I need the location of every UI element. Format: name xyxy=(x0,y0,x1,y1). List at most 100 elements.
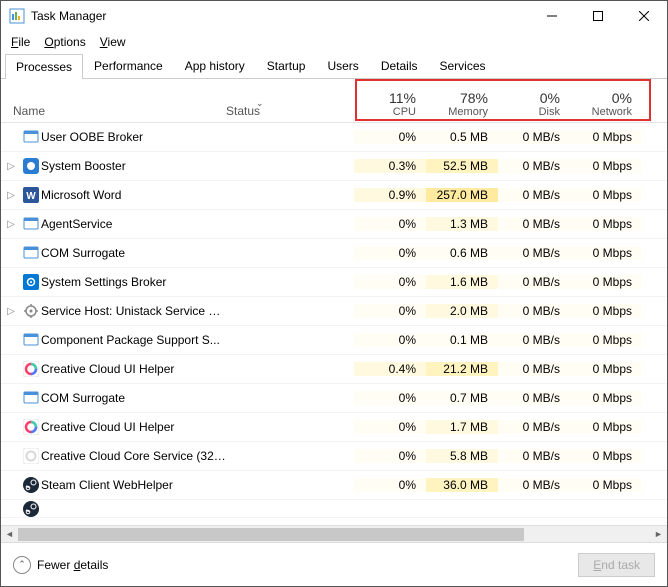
disk-label: Disk xyxy=(539,106,560,118)
process-name: Creative Cloud UI Helper xyxy=(41,420,226,434)
process-cpu: 0% xyxy=(354,449,426,463)
process-name: System Booster xyxy=(41,159,226,173)
menu-file[interactable]: File xyxy=(11,35,30,49)
process-network: 0 Mbps xyxy=(570,275,642,289)
process-disk: 0 MB/s xyxy=(498,246,570,260)
process-name: Creative Cloud Core Service (32 ... xyxy=(41,449,226,463)
process-name: AgentService xyxy=(41,217,226,231)
col-memory[interactable]: 78% Memory xyxy=(426,90,498,118)
tab-startup[interactable]: Startup xyxy=(256,53,317,78)
process-memory: 0.5 MB xyxy=(426,130,498,144)
process-network: 0 Mbps xyxy=(570,449,642,463)
maximize-button[interactable] xyxy=(575,1,621,31)
process-network: 0 Mbps xyxy=(570,159,642,173)
col-network[interactable]: 0% Network xyxy=(570,90,642,118)
process-icon xyxy=(21,419,41,435)
process-disk: 0 MB/s xyxy=(498,304,570,318)
process-row[interactable]: ▷AgentService0%1.3 MB0 MB/s0 Mbps xyxy=(1,210,667,239)
process-memory: 52.5 MB xyxy=(426,159,498,173)
fewer-details-toggle[interactable]: ⌃ Fewer details xyxy=(13,556,578,574)
expand-toggle-icon[interactable]: ▷ xyxy=(1,161,21,172)
cpu-label: CPU xyxy=(393,106,416,118)
process-row[interactable]: COM Surrogate0%0.6 MB0 MB/s0 Mbps xyxy=(1,239,667,268)
memory-label: Memory xyxy=(448,106,488,118)
close-button[interactable] xyxy=(621,1,667,31)
scroll-left-icon[interactable]: ◄ xyxy=(1,526,18,543)
process-disk: 0 MB/s xyxy=(498,275,570,289)
process-row[interactable]: User OOBE Broker0%0.5 MB0 MB/s0 Mbps xyxy=(1,123,667,152)
process-name: User OOBE Broker xyxy=(41,130,226,144)
process-icon xyxy=(21,332,41,348)
process-icon: W xyxy=(21,187,41,203)
process-row[interactable]: ▷ System Booster 0.3%52.5 MB0 MB/s0 Mbps xyxy=(1,152,667,181)
end-task-button[interactable]: End task xyxy=(578,553,655,577)
scroll-thumb[interactable] xyxy=(18,528,524,541)
process-network: 0 Mbps xyxy=(570,304,642,318)
network-label: Network xyxy=(592,106,632,118)
process-row[interactable]: ▷Service Host: Unistack Service G...0%2.… xyxy=(1,297,667,326)
process-row[interactable]: Creative Cloud UI Helper0%1.7 MB0 MB/s0 … xyxy=(1,413,667,442)
process-row[interactable]: Component Package Support S...0%0.1 MB0 … xyxy=(1,326,667,355)
process-network: 0 Mbps xyxy=(570,420,642,434)
process-cpu: 0.3% xyxy=(354,159,426,173)
col-status-label: Status xyxy=(226,104,260,118)
process-name: System Settings Broker xyxy=(41,275,226,289)
scroll-track[interactable] xyxy=(18,526,650,543)
process-disk: 0 MB/s xyxy=(498,362,570,376)
tab-performance[interactable]: Performance xyxy=(83,53,174,78)
process-memory: 5.8 MB xyxy=(426,449,498,463)
process-name: Service Host: Unistack Service G... xyxy=(41,304,226,318)
process-icon xyxy=(21,501,41,517)
footer: ⌃ Fewer details End task xyxy=(1,542,667,586)
process-network: 0 Mbps xyxy=(570,188,642,202)
process-name: Creative Cloud UI Helper xyxy=(41,362,226,376)
cpu-pct: 11% xyxy=(389,90,416,106)
tab-users[interactable]: Users xyxy=(316,53,369,78)
process-memory: 0.7 MB xyxy=(426,391,498,405)
chevron-up-icon: ⌃ xyxy=(13,556,31,574)
expand-toggle-icon[interactable]: ▷ xyxy=(1,219,21,230)
menu-view[interactable]: View xyxy=(100,35,126,49)
process-network: 0 Mbps xyxy=(570,478,642,492)
network-pct: 0% xyxy=(612,90,632,106)
process-row[interactable] xyxy=(1,500,667,518)
process-memory: 1.7 MB xyxy=(426,420,498,434)
process-cpu: 0% xyxy=(354,217,426,231)
col-disk[interactable]: 0% Disk xyxy=(498,90,570,118)
process-name: COM Surrogate xyxy=(41,246,226,260)
process-network: 0 Mbps xyxy=(570,130,642,144)
process-list[interactable]: User OOBE Broker0%0.5 MB0 MB/s0 Mbps▷Sys… xyxy=(1,123,667,525)
scroll-right-icon[interactable]: ► xyxy=(650,526,667,543)
process-cpu: 0% xyxy=(354,130,426,144)
process-row[interactable]: System Settings Broker0%1.6 MB0 MB/s0 Mb… xyxy=(1,268,667,297)
process-row[interactable]: Creative Cloud Core Service (32 ... 0%5.8… xyxy=(1,442,667,471)
tab-processes[interactable]: Processes xyxy=(5,54,83,79)
menu-options[interactable]: Options xyxy=(44,35,85,49)
horizontal-scrollbar[interactable]: ◄ ► xyxy=(1,525,667,542)
column-headers: Name ⌄ Status 11% CPU 78% Memory 0% Disk… xyxy=(1,79,667,123)
process-row[interactable]: Steam Client WebHelper0%36.0 MB0 MB/s0 M… xyxy=(1,471,667,500)
minimize-button[interactable] xyxy=(529,1,575,31)
tab-app-history[interactable]: App history xyxy=(174,53,256,78)
col-name[interactable]: Name xyxy=(1,104,226,118)
expand-toggle-icon[interactable]: ▷ xyxy=(1,306,21,317)
process-icon xyxy=(21,477,41,493)
process-network: 0 Mbps xyxy=(570,391,642,405)
process-disk: 0 MB/s xyxy=(498,159,570,173)
process-disk: 0 MB/s xyxy=(498,188,570,202)
col-cpu[interactable]: 11% CPU xyxy=(354,90,426,118)
process-row[interactable]: Creative Cloud UI Helper0.4%21.2 MB0 MB/… xyxy=(1,355,667,384)
expand-toggle-icon[interactable]: ▷ xyxy=(1,190,21,201)
app-icon xyxy=(9,8,25,24)
process-network: 0 Mbps xyxy=(570,246,642,260)
process-memory: 0.1 MB xyxy=(426,333,498,347)
col-status[interactable]: ⌄ Status xyxy=(226,104,354,118)
process-disk: 0 MB/s xyxy=(498,391,570,405)
window-title: Task Manager xyxy=(31,9,529,23)
process-memory: 0.6 MB xyxy=(426,246,498,260)
tab-details[interactable]: Details xyxy=(370,53,429,78)
process-row[interactable]: ▷WMicrosoft Word0.9%257.0 MB0 MB/s0 Mbps xyxy=(1,181,667,210)
process-disk: 0 MB/s xyxy=(498,420,570,434)
tab-services[interactable]: Services xyxy=(429,53,497,78)
process-row[interactable]: COM Surrogate0%0.7 MB0 MB/s0 Mbps xyxy=(1,384,667,413)
